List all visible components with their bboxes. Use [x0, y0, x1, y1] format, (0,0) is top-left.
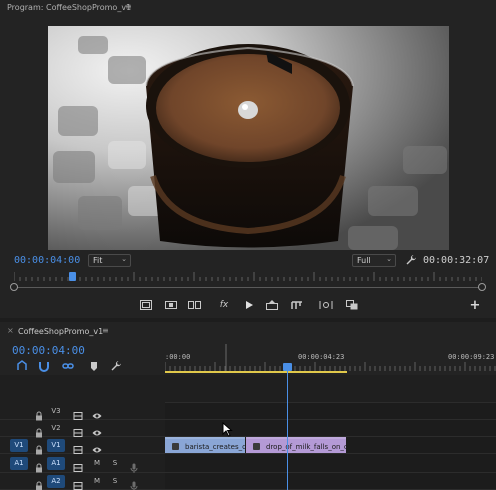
toggle-sync-icon[interactable]: [73, 406, 83, 420]
hamburger-icon[interactable]: ≡: [125, 2, 132, 11]
lane-v3[interactable]: [165, 403, 496, 420]
compare-icon[interactable]: [344, 298, 360, 312]
nest-icon[interactable]: [16, 360, 28, 372]
wrench-icon[interactable]: [405, 254, 417, 266]
espresso-glass-image: [48, 26, 449, 250]
lane-v2[interactable]: [165, 420, 496, 437]
clip-name: barista_creates_coff: [185, 443, 245, 451]
insert-icon[interactable]: [163, 298, 179, 312]
track-area: V3 V2 V1 V1 barista_creates_ drop_of_mil…: [0, 375, 496, 490]
program-timecode-row: 00:00:04:00 Fit ⌄ Full ⌄ 00:00:32:07: [0, 252, 496, 270]
clip-barista[interactable]: barista_creates_coff: [165, 437, 245, 453]
snap-icon[interactable]: [38, 360, 50, 372]
clip-name: drop_of_milk_falls_on_cof: [266, 443, 346, 451]
export-frame-icon[interactable]: [186, 298, 202, 312]
lock-icon[interactable]: [34, 476, 44, 490]
lane-v1[interactable]: barista_creates_coff drop_of_milk_falls_…: [165, 437, 496, 454]
toggle-sync-icon[interactable]: [73, 458, 83, 472]
transport-controls: fx +: [0, 296, 496, 316]
mute-button[interactable]: M: [92, 475, 102, 488]
timeline-panel: × CoffeeShopPromo_v1 ≡ 00:00:04:00 :00:0…: [0, 322, 496, 490]
program-video-frame[interactable]: [48, 26, 449, 250]
fx-icon[interactable]: fx: [216, 298, 232, 312]
extract-icon[interactable]: [289, 298, 305, 312]
track-header-a1: A1 A1 M S: [0, 454, 165, 473]
vr-icon[interactable]: [318, 298, 334, 312]
program-playhead[interactable]: [69, 272, 77, 281]
solo-button[interactable]: S: [110, 457, 120, 470]
program-monitor-panel: Program: CoffeeShopPromo_v1 ≡ 00:00:04:0…: [0, 0, 496, 318]
source-patch-a1[interactable]: A1: [10, 457, 28, 470]
fx-badge-icon: [253, 443, 260, 450]
track-header-v2: V2: [0, 420, 165, 438]
chevron-down-icon: ⌄: [386, 255, 392, 263]
close-icon[interactable]: ×: [7, 326, 14, 335]
wrench-icon[interactable]: [110, 360, 122, 372]
program-current-timecode[interactable]: 00:00:04:00: [14, 255, 80, 266]
timeline-header: × CoffeeShopPromo_v1 ≡: [0, 322, 496, 340]
scrub-ruler-ticks: [14, 272, 482, 281]
mute-button[interactable]: M: [92, 457, 102, 470]
premiere-window: Program: CoffeeShopPromo_v1 ≡ 00:00:04:0…: [0, 0, 496, 490]
eye-icon[interactable]: [92, 406, 102, 419]
eye-icon[interactable]: [92, 440, 102, 453]
microphone-icon[interactable]: [129, 458, 139, 473]
lock-icon[interactable]: [34, 440, 44, 455]
zoom-select-value: Fit: [93, 256, 103, 265]
track-label[interactable]: V2: [48, 422, 64, 435]
ruler-label: :00:00: [165, 353, 191, 361]
track-header-v1: V1 V1: [0, 437, 165, 455]
toggle-sync-icon[interactable]: [73, 423, 83, 437]
lock-icon[interactable]: [34, 423, 44, 438]
track-label[interactable]: A1: [47, 457, 65, 470]
in-point-handle[interactable]: [10, 283, 18, 291]
toggle-sync-icon[interactable]: [73, 476, 83, 490]
chevron-down-icon: ⌄: [121, 255, 127, 263]
resolution-select-value: Full: [357, 256, 371, 265]
timeline-current-timecode[interactable]: 00:00:04:00: [12, 344, 85, 357]
program-monitor-header: Program: CoffeeShopPromo_v1 ≡: [0, 0, 496, 16]
timeline-playhead-line: [287, 368, 288, 490]
mouse-cursor-icon: [222, 422, 233, 437]
ruler-label: 00:00:04:23: [298, 353, 345, 361]
lane-a1[interactable]: [165, 454, 496, 473]
linked-selection-icon[interactable]: [62, 360, 74, 372]
out-point-handle[interactable]: [478, 283, 486, 291]
microphone-icon[interactable]: [129, 476, 139, 490]
ruler-label: 00:00:09:23: [448, 353, 495, 361]
empty-lane: [165, 375, 496, 403]
solo-button[interactable]: S: [110, 475, 120, 488]
sequence-tab[interactable]: CoffeeShopPromo_v1: [18, 327, 103, 336]
toggle-sync-icon[interactable]: [73, 440, 83, 454]
program-scrub-bar[interactable]: [10, 270, 486, 296]
lift-icon[interactable]: [264, 298, 280, 312]
lock-icon[interactable]: [34, 406, 44, 421]
timeline-tools: [0, 359, 165, 375]
track-label[interactable]: V1: [47, 439, 65, 452]
program-monitor-title[interactable]: Program: CoffeeShopPromo_v1: [7, 3, 131, 12]
track-label[interactable]: A2: [47, 475, 65, 488]
fx-badge-icon: [172, 443, 179, 450]
eye-icon[interactable]: [92, 423, 102, 436]
scrub-track: [14, 287, 482, 288]
resolution-select[interactable]: Full ⌄: [352, 254, 396, 267]
source-patch-v1[interactable]: V1: [10, 439, 28, 452]
play-icon[interactable]: [241, 298, 257, 312]
zoom-select[interactable]: Fit ⌄: [88, 254, 131, 267]
marker-icon[interactable]: [88, 360, 100, 372]
add-icon[interactable]: +: [467, 298, 483, 313]
clip-milk-drop[interactable]: drop_of_milk_falls_on_cof: [246, 437, 346, 453]
program-duration-timecode: 00:00:32:07: [423, 255, 490, 266]
hamburger-icon[interactable]: ≡: [102, 326, 109, 335]
track-header-v3: V3: [0, 403, 165, 421]
work-area-bar[interactable]: [165, 371, 347, 373]
lock-icon[interactable]: [34, 458, 44, 473]
track-header-a2: A2 M S: [0, 473, 165, 490]
safe-margins-icon[interactable]: [138, 298, 154, 312]
track-label[interactable]: V3: [48, 405, 64, 418]
lane-a2[interactable]: [165, 473, 496, 490]
timeline-ruler[interactable]: :00:00 00:00:04:23 00:00:09:23: [165, 344, 496, 374]
